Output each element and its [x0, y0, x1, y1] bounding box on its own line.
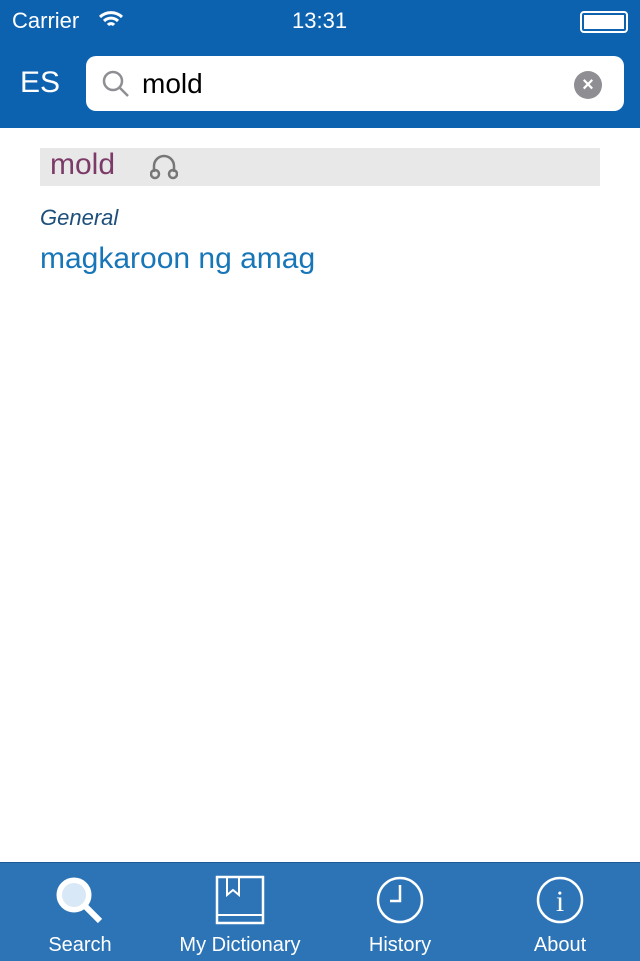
info-icon: i [536, 876, 584, 924]
tab-label: My Dictionary [179, 934, 301, 956]
tab-bar: Search My Dictionary History i About [0, 862, 640, 961]
language-button[interactable]: ES [20, 66, 60, 100]
battery-icon [580, 11, 628, 33]
tab-history[interactable]: History [320, 863, 480, 961]
search-input[interactable]: mold × [86, 56, 624, 111]
headphones-icon[interactable] [150, 154, 178, 180]
translation-link[interactable]: magkaroon ng amag [40, 242, 315, 276]
tab-about[interactable]: i About [480, 863, 640, 961]
entry-header: mold [40, 148, 600, 186]
search-text: mold [142, 68, 203, 99]
headword: mold [50, 148, 116, 181]
search-icon [56, 877, 103, 924]
wifi-icon [98, 11, 124, 27]
book-icon [215, 875, 265, 925]
clock-icon [376, 876, 424, 924]
clear-icon[interactable]: × [574, 71, 602, 99]
top-bar: Carrier 13:31 ES mold × [0, 0, 640, 128]
tab-label: History [368, 934, 432, 956]
search-icon [102, 70, 129, 97]
tab-label: About [533, 934, 587, 956]
clock: 13:31 [292, 8, 348, 33]
tab-search[interactable]: Search [0, 863, 160, 961]
carrier: Carrier [12, 8, 80, 33]
tab-label: Search [48, 934, 112, 956]
svg-text:i: i [556, 885, 564, 918]
category-label: General [40, 205, 119, 230]
tab-my-dictionary[interactable]: My Dictionary [160, 863, 320, 961]
